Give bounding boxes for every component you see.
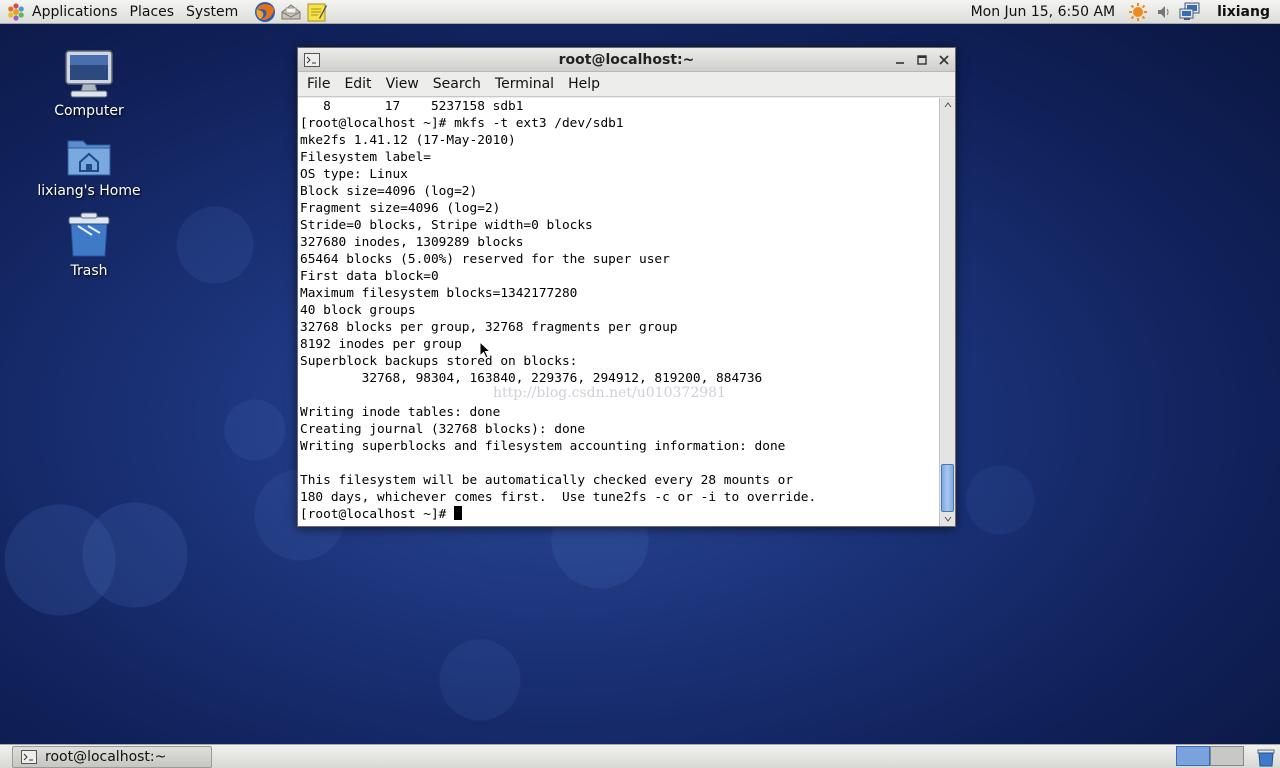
clock[interactable]: Mon Jun 15, 6:50 AM (961, 4, 1126, 20)
top-panel: Applications Places System Mon Jun 15, 6… (0, 0, 1280, 24)
menu-terminal[interactable]: Terminal (488, 76, 561, 92)
chevron-down-icon (944, 516, 951, 522)
vertical-scrollbar[interactable] (939, 98, 955, 526)
applications-menu[interactable]: Applications (26, 0, 124, 24)
terminal-line: mke2fs 1.41.12 (17-May-2010) (300, 133, 516, 148)
network-status[interactable] (1177, 0, 1203, 24)
computer-icon (65, 50, 113, 98)
terminal-menubar: File Edit View Search Terminal Help (298, 72, 955, 97)
terminal-area[interactable]: 8 17 5237158 sdb1 [root@localhost ~]# mkf… (298, 98, 955, 526)
places-menu[interactable]: Places (124, 0, 181, 24)
desktop-icon-trash[interactable]: Trash (29, 205, 149, 279)
terminal-line: Fragment size=4096 (log=2) (300, 201, 501, 216)
terminal-line: 180 days, whichever comes first. Use tun… (300, 490, 817, 505)
terminal-line: 327680 inodes, 1309289 blocks (300, 235, 524, 250)
workspace-1[interactable] (1176, 746, 1210, 766)
terminal-line: 8192 inodes per group (300, 337, 462, 352)
terminal-line: Superblock backups stored on blocks: (300, 354, 578, 369)
notes-launcher[interactable] (304, 0, 330, 24)
menu-file[interactable]: File (300, 76, 337, 92)
terminal-window: root@localhost:~ File Edit View Search T… (297, 47, 956, 527)
terminal-line: Writing superblocks and filesystem accou… (300, 439, 786, 454)
workspace-2[interactable] (1210, 746, 1244, 766)
applications-menu-icon[interactable] (6, 2, 26, 22)
minimize-icon (896, 61, 904, 64)
terminal-line: First data block=0 (300, 269, 439, 284)
volume-icon (1158, 5, 1169, 18)
terminal-line: 32768 blocks per group, 32768 fragments … (300, 320, 678, 335)
minimize-button[interactable] (889, 50, 911, 70)
menu-edit[interactable]: Edit (337, 76, 378, 92)
terminal-line: Block size=4096 (log=2) (300, 184, 478, 199)
terminal-line: Writing inode tables: done (300, 405, 501, 420)
desktop-icon-label: Trash (70, 263, 108, 279)
desktop-icon-label: lixiang's Home (37, 183, 141, 199)
menu-search[interactable]: Search (426, 76, 488, 92)
terminal-prompt-line[interactable]: [root@localhost ~]# (300, 506, 938, 523)
window-titlebar[interactable]: root@localhost:~ (298, 48, 955, 72)
window-title: root@localhost:~ (558, 51, 695, 68)
maximize-icon (917, 54, 927, 65)
terminal-output[interactable]: 8 17 5237158 sdb1 [root@localhost ~]# mkf… (300, 98, 938, 526)
terminal-line: Filesystem label= (300, 150, 431, 165)
notes-icon (307, 3, 328, 21)
update-notifier[interactable] (1125, 0, 1151, 24)
terminal-line: Maximum filesystem blocks=1342177280 (300, 286, 578, 301)
terminal-line: OS type: Linux (300, 167, 408, 182)
maximize-button[interactable] (911, 50, 933, 70)
taskbar-terminal-button[interactable]: root@localhost:~ (12, 746, 212, 768)
terminal-line: [root@localhost ~]# mkfs -t ext3 /dev/sd… (300, 116, 624, 131)
terminal-line: 65464 blocks (5.00%) reserved for the su… (300, 252, 670, 267)
scroll-up-button[interactable] (940, 98, 955, 112)
volume-control[interactable] (1151, 0, 1177, 24)
desktop-icon-label: Computer (54, 103, 124, 119)
workspace-switcher (1176, 746, 1244, 766)
close-button[interactable] (933, 50, 955, 70)
terminal-line: 40 block groups (300, 303, 416, 318)
text-cursor (454, 506, 463, 520)
terminal-line: Stride=0 blocks, Stripe width=0 blocks (300, 218, 593, 233)
taskbar-button-label: root@localhost:~ (45, 749, 167, 765)
menu-help[interactable]: Help (561, 76, 607, 92)
terminal-line: This filesystem will be automatically ch… (300, 473, 794, 488)
scrollbar-thumb[interactable] (941, 464, 954, 512)
panel-right-area: Mon Jun 15, 6:50 AM lixiang (961, 0, 1280, 24)
desktop-icon-home[interactable]: lixiang's Home (29, 125, 149, 199)
terminal-icon (21, 750, 37, 764)
sun-update-icon (1129, 2, 1148, 21)
user-switcher[interactable]: lixiang (1203, 4, 1280, 20)
scroll-down-button[interactable] (940, 512, 955, 526)
bottom-panel: root@localhost:~ (0, 744, 1280, 768)
trash-icon (68, 212, 110, 257)
terminal-icon (304, 52, 320, 67)
system-menu[interactable]: System (180, 0, 244, 24)
mail-icon (281, 3, 301, 19)
menu-view[interactable]: View (379, 76, 426, 92)
terminal-line: 8 17 5237158 sdb1 (300, 99, 524, 114)
close-icon (939, 54, 949, 65)
mouse-pointer-icon (479, 341, 491, 359)
trash-applet-icon[interactable] (1256, 747, 1276, 767)
home-folder-icon (67, 140, 111, 176)
network-icon (1179, 2, 1200, 20)
firefox-icon (255, 1, 276, 22)
firefox-launcher[interactable] (252, 0, 278, 24)
terminal-line: Creating journal (32768 blocks): done (300, 422, 586, 437)
mail-launcher[interactable] (278, 0, 304, 24)
chevron-up-icon (944, 102, 951, 108)
desktop-icon-computer[interactable]: Computer (29, 45, 149, 119)
watermark: http://blog.csdn.net/u010372981 (493, 385, 726, 401)
shell-prompt: [root@localhost ~]# (300, 507, 455, 522)
